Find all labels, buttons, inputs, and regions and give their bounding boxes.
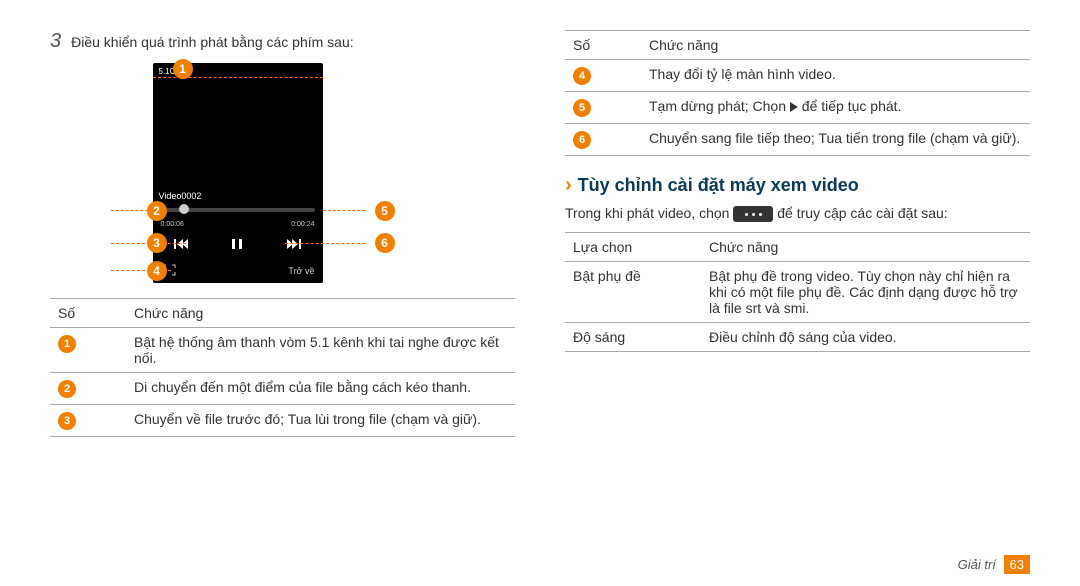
table-row: Bật phụ đề Bật phụ đề trong video. Tùy c… [565,262,1030,323]
step-line: 3 Điều khiển quá trình phát bằng các phí… [50,30,515,53]
callout-3: 3 [147,233,167,253]
th-function: Chức năng [641,31,1030,60]
row-text: Tạm dừng phát; Chọn để tiếp tục phát. [641,92,1030,124]
section-heading: › Tùy chỉnh cài đặt máy xem video [565,174,1030,197]
th-number: Số [565,31,641,60]
page-footer: Giải trí 63 [958,555,1030,574]
table-row: Độ sáng Điều chỉnh độ sáng của video. [565,323,1030,352]
callout-2: 2 [147,201,167,221]
th-function: Chức năng [126,299,515,328]
section-intro: Trong khi phát video, chọn để truy cập c… [565,203,1030,224]
chevron-icon: › [565,174,572,197]
row-text: Bật hệ thống âm thanh vòm 5.1 kênh khi t… [126,328,515,373]
row-text: Thay đổi tỷ lệ màn hình video. [641,60,1030,92]
table-row: 1 Bật hệ thống âm thanh vòm 5.1 kênh khi… [50,328,515,373]
time-elapsed: 0:00:06 [161,221,184,228]
callout-4: 4 [147,261,167,281]
pause-icon [225,235,249,253]
settings-table: Lựa chọn Chức năng Bật phụ đề Bật phụ đề… [565,232,1030,352]
table-row: 3 Chuyển về file trước đó; Tua lùi trong… [50,405,515,437]
prev-icon [169,235,193,253]
seek-bar [161,208,315,212]
footer-page-number: 63 [1004,555,1030,574]
table-row: 2 Di chuyển đến một điểm của file bằng c… [50,373,515,405]
th-function: Chức năng [701,233,1030,262]
row-text: Chuyển về file trước đó; Tua lùi trong f… [126,405,515,437]
option-key: Độ sáng [565,323,701,352]
menu-dots-icon [733,206,773,222]
step-text: Điều khiển quá trình phát bằng các phím … [71,34,354,50]
table-row: 4 Thay đổi tỷ lệ màn hình video. [565,60,1030,92]
step-number: 3 [50,30,61,53]
option-val: Bật phụ đề trong video. Tùy chọn này chỉ… [701,262,1030,323]
footer-section: Giải trí [958,557,996,572]
row-text: Di chuyển đến một điểm của file bằng các… [126,373,515,405]
controls-table-left: Số Chức năng 1 Bật hệ thống âm thanh vòm… [50,298,515,437]
num-badge: 2 [58,380,76,398]
option-val: Điều chỉnh độ sáng của video. [701,323,1030,352]
next-icon [282,235,306,253]
callout-6: 6 [375,233,395,253]
row-text: Chuyển sang file tiếp theo; Tua tiến tro… [641,124,1030,156]
play-icon [790,102,798,112]
table-row: 5 Tạm dừng phát; Chọn để tiếp tục phát. [565,92,1030,124]
back-label: Trở về [288,266,314,276]
phone-video-title: Video0002 [159,191,202,201]
callout-5: 5 [375,201,395,221]
num-badge: 6 [573,131,591,149]
callout-1: 1 [173,59,193,79]
th-number: Số [50,299,126,328]
th-option: Lựa chọn [565,233,701,262]
num-badge: 3 [58,412,76,430]
time-total: 0:00:24 [291,221,314,228]
option-key: Bật phụ đề [565,262,701,323]
table-row: 6 Chuyển sang file tiếp theo; Tua tiến t… [565,124,1030,156]
phone-illustration: 5.1Ch Video0002 0:00:06 0:00:24 [50,63,515,283]
num-badge: 5 [573,99,591,117]
controls-table-right: Số Chức năng 4 Thay đổi tỷ lệ màn hình v… [565,30,1030,156]
num-badge: 1 [58,335,76,353]
num-badge: 4 [573,67,591,85]
